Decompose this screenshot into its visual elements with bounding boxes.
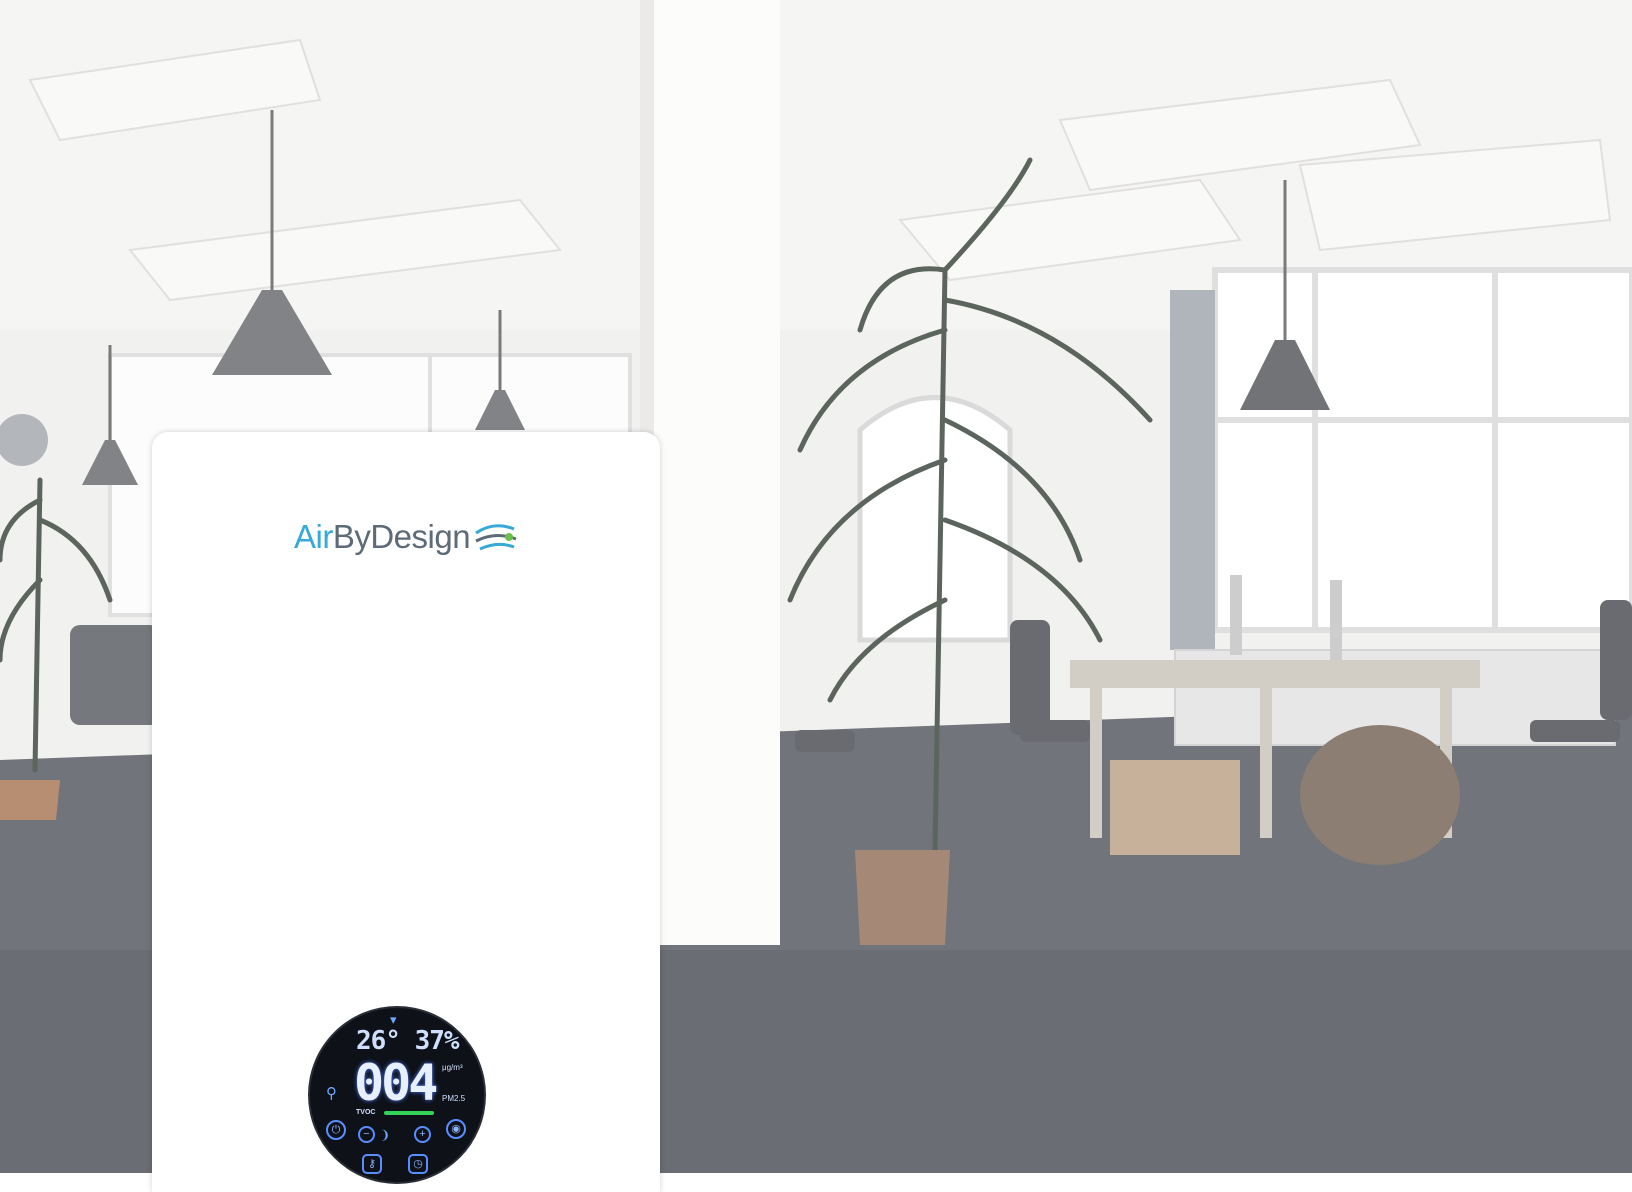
power-button[interactable]: ⏻ [326, 1120, 346, 1140]
temperature-value: 26° [356, 1026, 401, 1056]
pm-unit: μg/m³ [442, 1063, 463, 1072]
pm-label: PM2.5 [442, 1094, 466, 1103]
tvoc-label: TVOC [356, 1109, 376, 1116]
control-display: ▾ 26° 37% 004 μg/m³ PM2.5 ⚲ TVOC ⏻ − ❩ +… [310, 1008, 484, 1182]
filter-icon: ⚲ [326, 1084, 337, 1102]
humidity-value: 37% [414, 1026, 460, 1056]
fan-increase-button[interactable]: + [414, 1126, 431, 1143]
mode-button[interactable]: ◉ [446, 1119, 466, 1139]
fan-decrease-button[interactable]: − [358, 1126, 375, 1143]
fan-speed-icon: ❩ [380, 1128, 391, 1142]
brand-logo-rest: ByDesign [332, 518, 471, 555]
brand-logo-air: Air [294, 518, 333, 555]
timer-button[interactable]: ◷ [408, 1154, 428, 1174]
pm-value: 004 [354, 1054, 438, 1112]
temperature-readout: 26° 37% [356, 1026, 460, 1056]
air-purifier: Air ByDesign ▾ 26° 37% 004 μg/m³ PM2.5 ⚲ … [152, 432, 660, 1192]
tvoc-level-bar [384, 1111, 434, 1115]
swoosh-icon [475, 524, 517, 551]
child-lock-button[interactable]: ⚷ [362, 1154, 382, 1174]
brand-logo: Air ByDesign [294, 518, 518, 556]
